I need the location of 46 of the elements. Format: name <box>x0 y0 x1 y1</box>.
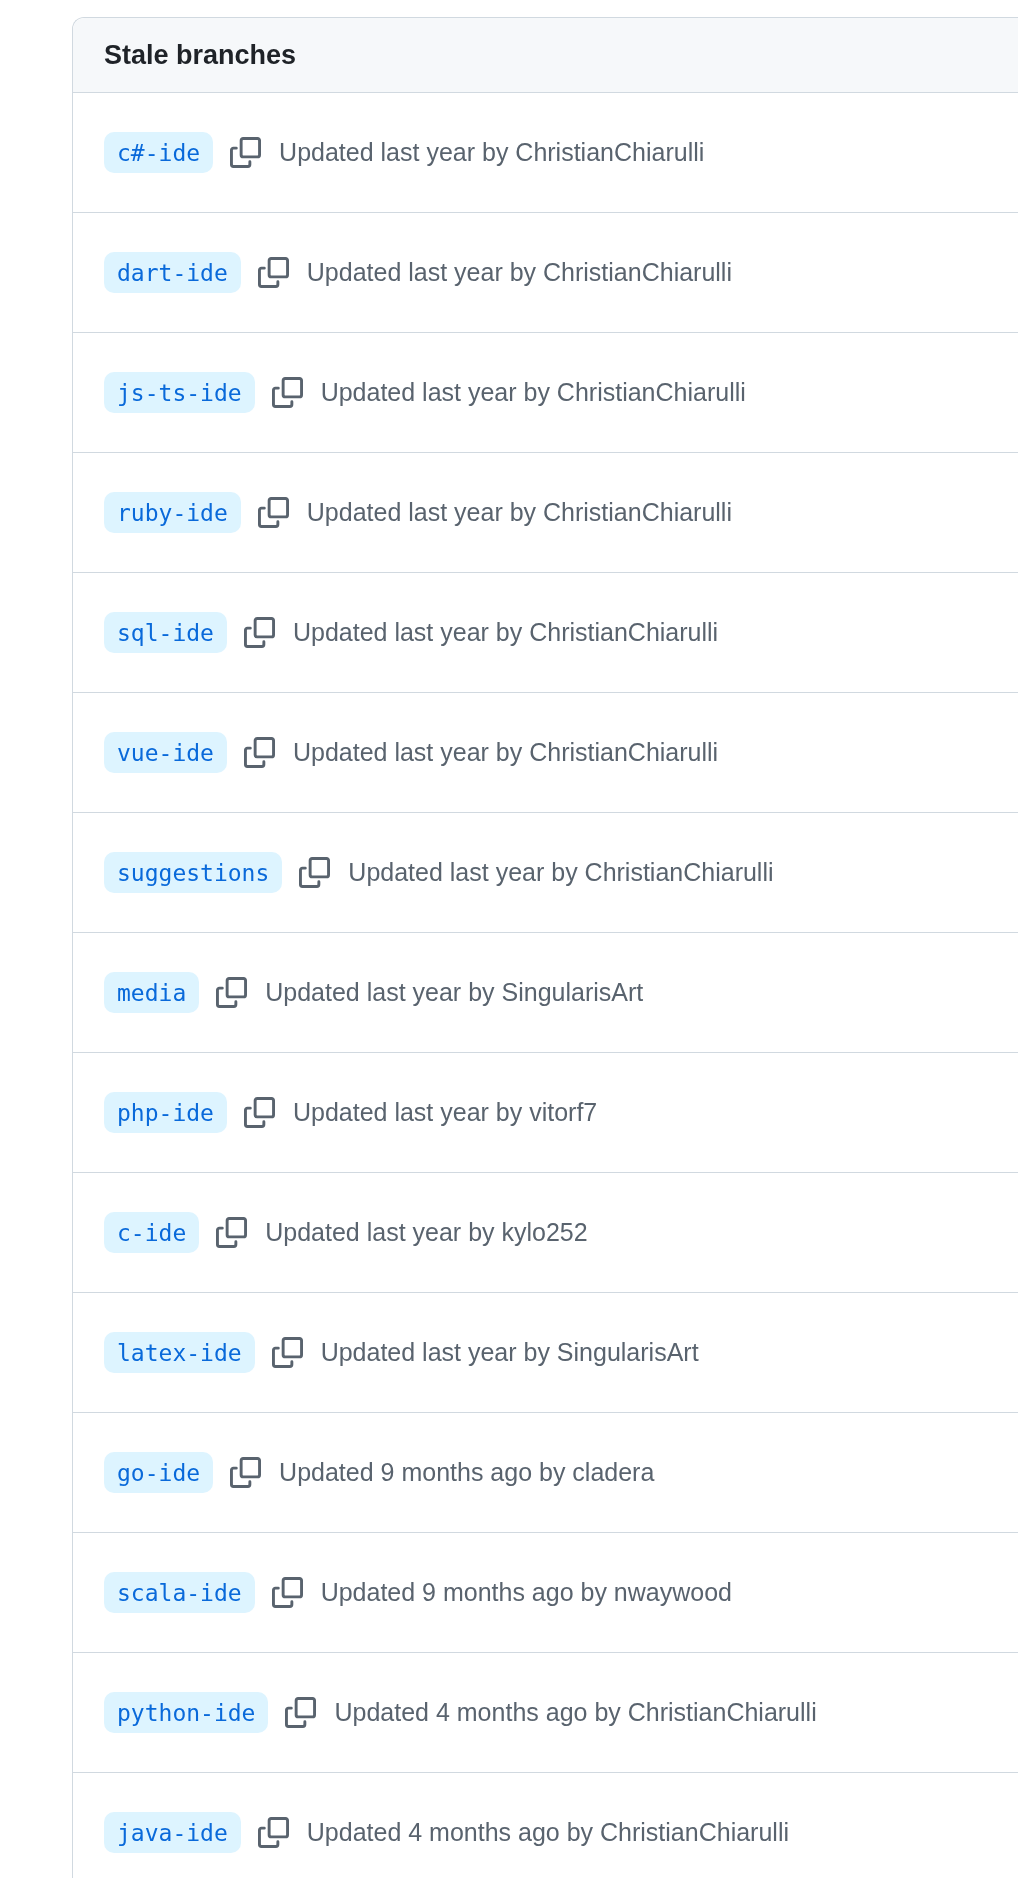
copy-icon[interactable] <box>230 1457 262 1488</box>
updated-text: Updated last year by kylo252 <box>265 1218 588 1247</box>
branch-name-link[interactable]: ruby-ide <box>104 492 241 533</box>
branch-name-link[interactable]: go-ide <box>104 1452 214 1493</box>
copy-icon[interactable] <box>243 1097 275 1128</box>
branch-name-link[interactable]: python-ide <box>104 1692 269 1733</box>
updated-text: Updated last year by SingularisArt <box>265 978 644 1007</box>
updated-text: Updated 9 months ago by cladera <box>279 1458 655 1487</box>
copy-icon[interactable] <box>257 257 289 288</box>
copy-icon[interactable] <box>299 857 331 888</box>
copy-icon[interactable] <box>285 1697 317 1728</box>
updated-text: Updated last year by SingularisArt <box>320 1338 699 1367</box>
copy-icon[interactable] <box>257 1817 289 1848</box>
copy-icon[interactable] <box>257 497 289 528</box>
copy-icon[interactable] <box>216 977 248 1008</box>
copy-icon[interactable] <box>243 737 275 768</box>
branch-name-link[interactable]: scala-ide <box>104 1572 255 1613</box>
copy-icon[interactable] <box>271 1337 303 1368</box>
copy-icon[interactable] <box>271 1577 303 1608</box>
updated-text: Updated last year by ChristianChiarulli <box>306 258 732 287</box>
branch-name-link[interactable]: c#-ide <box>104 132 214 173</box>
panel-title: Stale branches <box>104 38 297 72</box>
branch-name-link[interactable]: media <box>104 972 200 1013</box>
branch-name-link[interactable]: suggestions <box>104 852 283 893</box>
updated-text: Updated last year by ChristianChiarulli <box>292 618 719 647</box>
branch-name-link[interactable]: vue-ide <box>104 732 227 773</box>
updated-text: Updated last year by ChristianChiarulli <box>320 378 746 407</box>
updated-text: Updated last year by vitorf7 <box>292 1098 598 1127</box>
copy-icon[interactable] <box>216 1217 248 1248</box>
branch-name-link[interactable]: c-ide <box>104 1212 200 1253</box>
copy-icon[interactable] <box>243 617 275 648</box>
updated-text: Updated 4 months ago by ChristianChiarulli <box>334 1698 817 1727</box>
copy-icon[interactable] <box>230 137 262 168</box>
branch-name-link[interactable]: java-ide <box>104 1812 241 1853</box>
branch-name-link[interactable]: sql-ide <box>104 612 227 653</box>
updated-text: Updated last year by ChristianChiarulli <box>292 738 719 767</box>
branch-name-link[interactable]: php-ide <box>104 1092 227 1133</box>
updated-text: Updated 4 months ago by ChristianChiarulli <box>306 1818 789 1847</box>
branch-name-link[interactable]: js-ts-ide <box>104 372 255 413</box>
updated-text: Updated last year by ChristianChiarulli <box>348 858 774 887</box>
updated-text: Updated 9 months ago by nwaywood <box>320 1578 732 1607</box>
branch-name-link[interactable]: dart-ide <box>104 252 241 293</box>
copy-icon[interactable] <box>271 377 303 408</box>
updated-text: Updated last year by ChristianChiarulli <box>306 498 732 527</box>
updated-text: Updated last year by ChristianChiarulli <box>279 138 705 167</box>
branch-name-link[interactable]: latex-ide <box>104 1332 255 1373</box>
